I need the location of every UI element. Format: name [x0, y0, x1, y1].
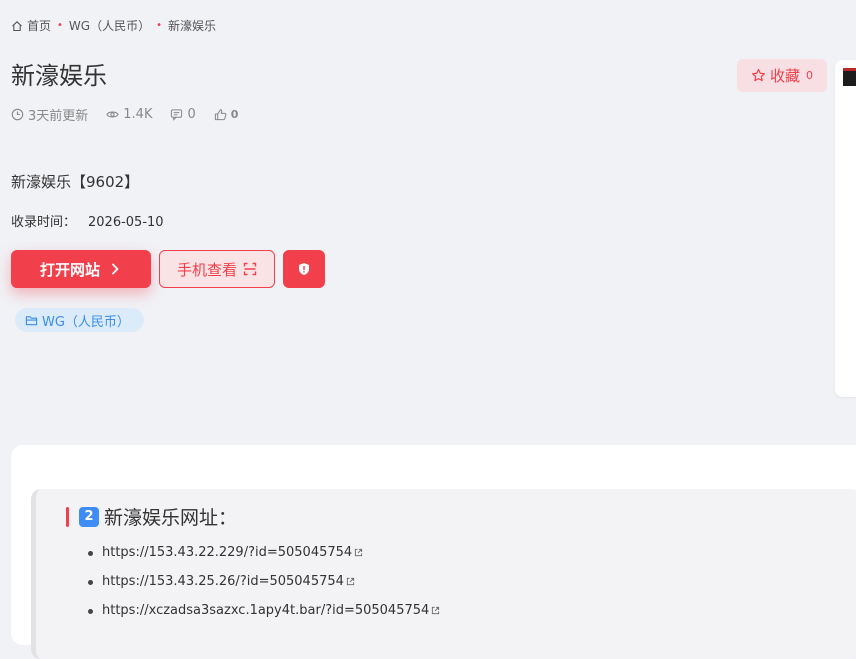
url-list-item[interactable]: https://xczadsa3sazxc.1apy4t.bar/?id=505… — [87, 603, 440, 632]
added-label: 收录时间： — [11, 215, 77, 230]
url-link[interactable]: https://xczadsa3sazxc.1apy4t.bar/?id=505… — [102, 603, 429, 619]
shield-alert-icon — [299, 263, 309, 275]
likes-count: 0 — [230, 108, 239, 121]
category-tag[interactable]: WG（人民币） — [15, 308, 144, 332]
external-link-icon — [355, 548, 363, 557]
page-title: 新濠娱乐 — [11, 62, 107, 90]
open-website-label: 打开网站 — [39, 260, 100, 279]
content-panel: 2 新濠娱乐网址： https://153.43.22.229/?id=5050… — [11, 445, 856, 659]
external-link-icon — [432, 606, 440, 615]
star-icon — [751, 68, 765, 82]
thumbs-up-icon — [214, 109, 227, 121]
breadcrumb-current: 新濠娱乐 — [168, 19, 217, 33]
likes-meta[interactable]: 0 — [214, 108, 239, 121]
favorite-count: 0 — [806, 69, 813, 82]
updated-meta: 3天前更新 — [11, 105, 88, 124]
open-website-button[interactable]: 打开网站 — [11, 250, 151, 288]
qr-scan-icon — [243, 262, 257, 276]
favorite-label: 收藏 — [769, 67, 800, 85]
mobile-view-label: 手机查看 — [176, 260, 237, 279]
comment-icon — [171, 109, 183, 121]
breadcrumb-separator: • — [57, 20, 63, 31]
site-name: 新濠娱乐【9602】 — [11, 173, 140, 191]
site-thumbnail[interactable] — [843, 68, 856, 86]
eye-icon — [106, 111, 119, 118]
added-value: 2026-05-10 — [88, 215, 164, 230]
heading-accent-bar — [66, 506, 69, 527]
section-heading-text: 新濠娱乐网址： — [104, 507, 238, 529]
chevron-right-icon — [112, 263, 119, 275]
breadcrumb-category[interactable]: WG（人民币） — [69, 17, 150, 34]
external-link-icon — [346, 577, 355, 586]
favorite-button[interactable]: 收藏 0 — [737, 59, 827, 92]
added-date: 收录时间： 2026-05-10 — [11, 211, 164, 230]
content-block: 2 新濠娱乐网址： https://153.43.22.229/?id=5050… — [31, 489, 856, 659]
site-preview-card — [835, 60, 856, 397]
url-link[interactable]: https://153.43.25.26/?id=505045754 — [102, 574, 344, 590]
updated-text: 3天前更新 — [28, 109, 89, 124]
url-list-item[interactable]: https://153.43.25.26/?id=505045754 — [87, 574, 440, 603]
clock-icon — [11, 108, 24, 121]
breadcrumb-home[interactable]: 首页 — [27, 17, 51, 34]
breadcrumb: 首页 • WG（人民币） • 新濠娱乐 — [11, 17, 216, 34]
comments-count: 0 — [187, 107, 196, 122]
views-meta: 1.4K — [106, 107, 152, 122]
report-button[interactable] — [283, 250, 325, 288]
url-list-item[interactable]: https://153.43.22.229/?id=505045754 — [87, 545, 440, 574]
keycap-number-icon: 2 — [79, 506, 99, 527]
breadcrumb-separator: • — [156, 20, 162, 31]
url-list: https://153.43.22.229/?id=505045754 http… — [87, 545, 440, 632]
mobile-view-button[interactable]: 手机查看 — [159, 250, 275, 288]
comments-meta[interactable]: 0 — [170, 107, 196, 122]
section-heading: 2 新濠娱乐网址： — [66, 503, 237, 530]
home-icon[interactable] — [11, 20, 23, 32]
post-meta: 3天前更新 1.4K 0 0 — [11, 105, 256, 124]
folder-icon — [25, 315, 38, 325]
category-tag-label: WG（人民币） — [42, 314, 130, 330]
url-link[interactable]: https://153.43.22.229/?id=505045754 — [102, 545, 352, 561]
views-count: 1.4K — [123, 107, 153, 122]
